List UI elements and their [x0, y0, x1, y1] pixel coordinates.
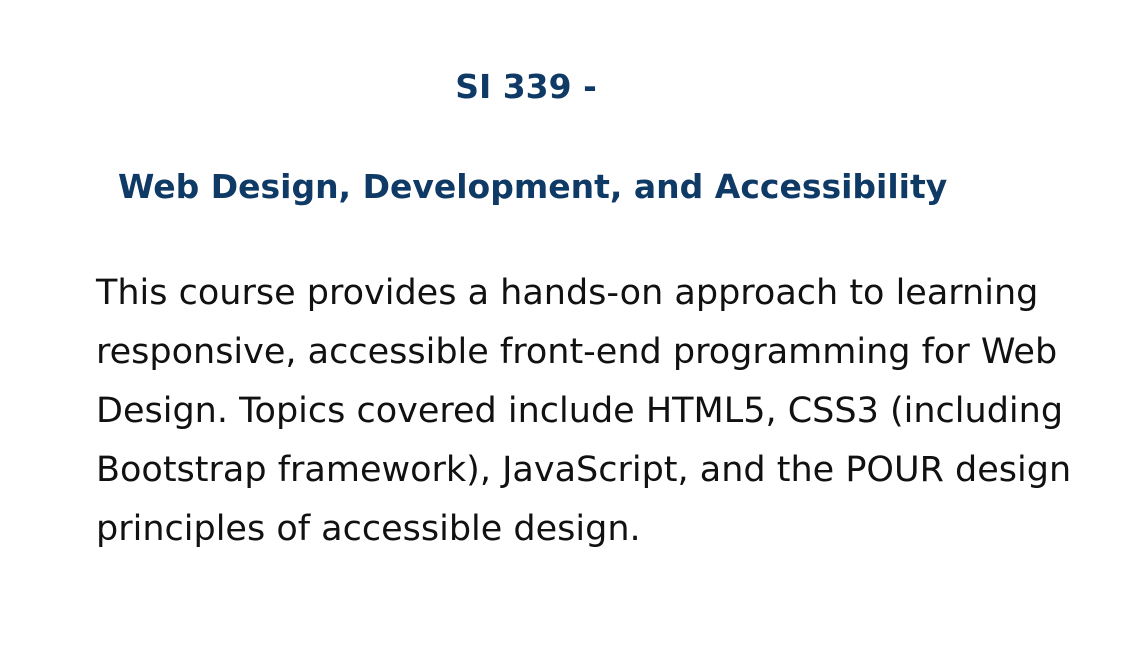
course-title-heading: Web Design, Development, and Accessibili…	[118, 167, 948, 206]
description-line: principles of accessible design.	[96, 509, 641, 549]
course-code-heading: SI 339 -	[455, 67, 597, 106]
description-line: This course provides a hands-on approach…	[96, 273, 1039, 313]
course-description: This course provides a hands-on approach…	[96, 264, 1076, 559]
description-line: Design. Topics covered include HTML5, CS…	[96, 391, 1064, 431]
description-line: Bootstrap framework), JavaScript, and th…	[96, 450, 1072, 490]
course-page: SI 339 - Web Design, Development, and Ac…	[0, 0, 1146, 658]
description-line: responsive, accessible front-end program…	[96, 332, 1058, 372]
